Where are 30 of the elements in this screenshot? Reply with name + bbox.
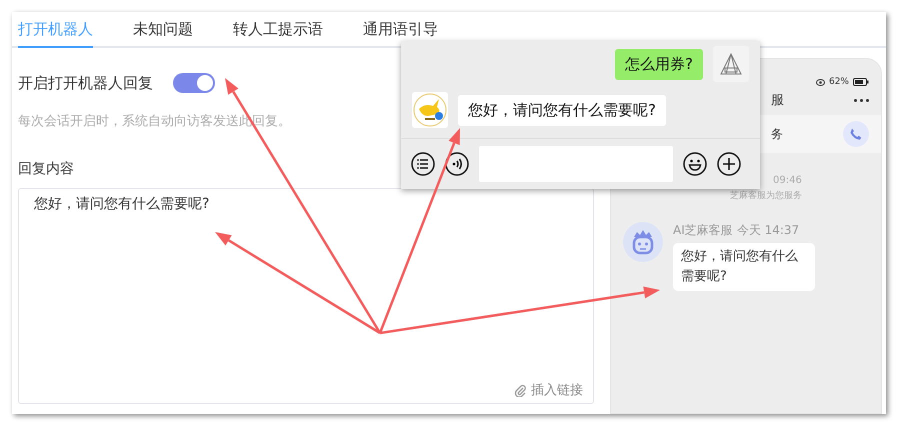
message-time: 今天 14:37 xyxy=(736,222,800,239)
insert-link-button[interactable]: 插入链接 xyxy=(514,381,583,399)
service-notice: 芝麻客服为您服务 xyxy=(729,190,803,202)
emoji-icon[interactable] xyxy=(683,152,707,176)
sender-name: AI芝麻客服 xyxy=(673,222,733,239)
auto-reply-label: 开启打开机器人回复 xyxy=(18,74,153,92)
plus-icon[interactable] xyxy=(717,152,741,176)
voice-icon[interactable] xyxy=(445,152,469,176)
tab[interactable]: 通用语引导 xyxy=(363,12,438,48)
tent-avatar-icon xyxy=(713,46,749,82)
battery-percent: 62% xyxy=(828,77,849,87)
tab[interactable]: 转人工提示语 xyxy=(233,12,323,48)
robot-avatar-icon xyxy=(623,222,663,262)
paperclip-icon xyxy=(514,384,527,396)
phone-icon xyxy=(849,127,863,141)
battery-icon xyxy=(853,78,869,86)
message-bubble: 您好，请问您有什么需要呢? xyxy=(673,243,815,291)
list-icon[interactable] xyxy=(411,152,435,176)
phone-call-button[interactable] xyxy=(843,121,869,147)
chat-bubble: 怎么用券? xyxy=(615,48,703,80)
auto-reply-switch[interactable] xyxy=(173,73,215,93)
reply-field[interactable]: 您好，请问您有什么需要呢? 插入链接 xyxy=(18,188,594,404)
tab[interactable]: 未知问题 xyxy=(133,12,193,48)
chat-subtitle: 务 xyxy=(771,126,783,142)
reply-content-label: 回复内容 xyxy=(18,160,74,178)
chat-bubble: 您好，请问您有什么需要呢? xyxy=(458,94,666,126)
chat-time: 09:46 xyxy=(773,175,802,186)
more-icon[interactable] xyxy=(854,98,869,102)
eye-icon xyxy=(816,78,825,86)
chat-title: 服 xyxy=(771,92,784,109)
